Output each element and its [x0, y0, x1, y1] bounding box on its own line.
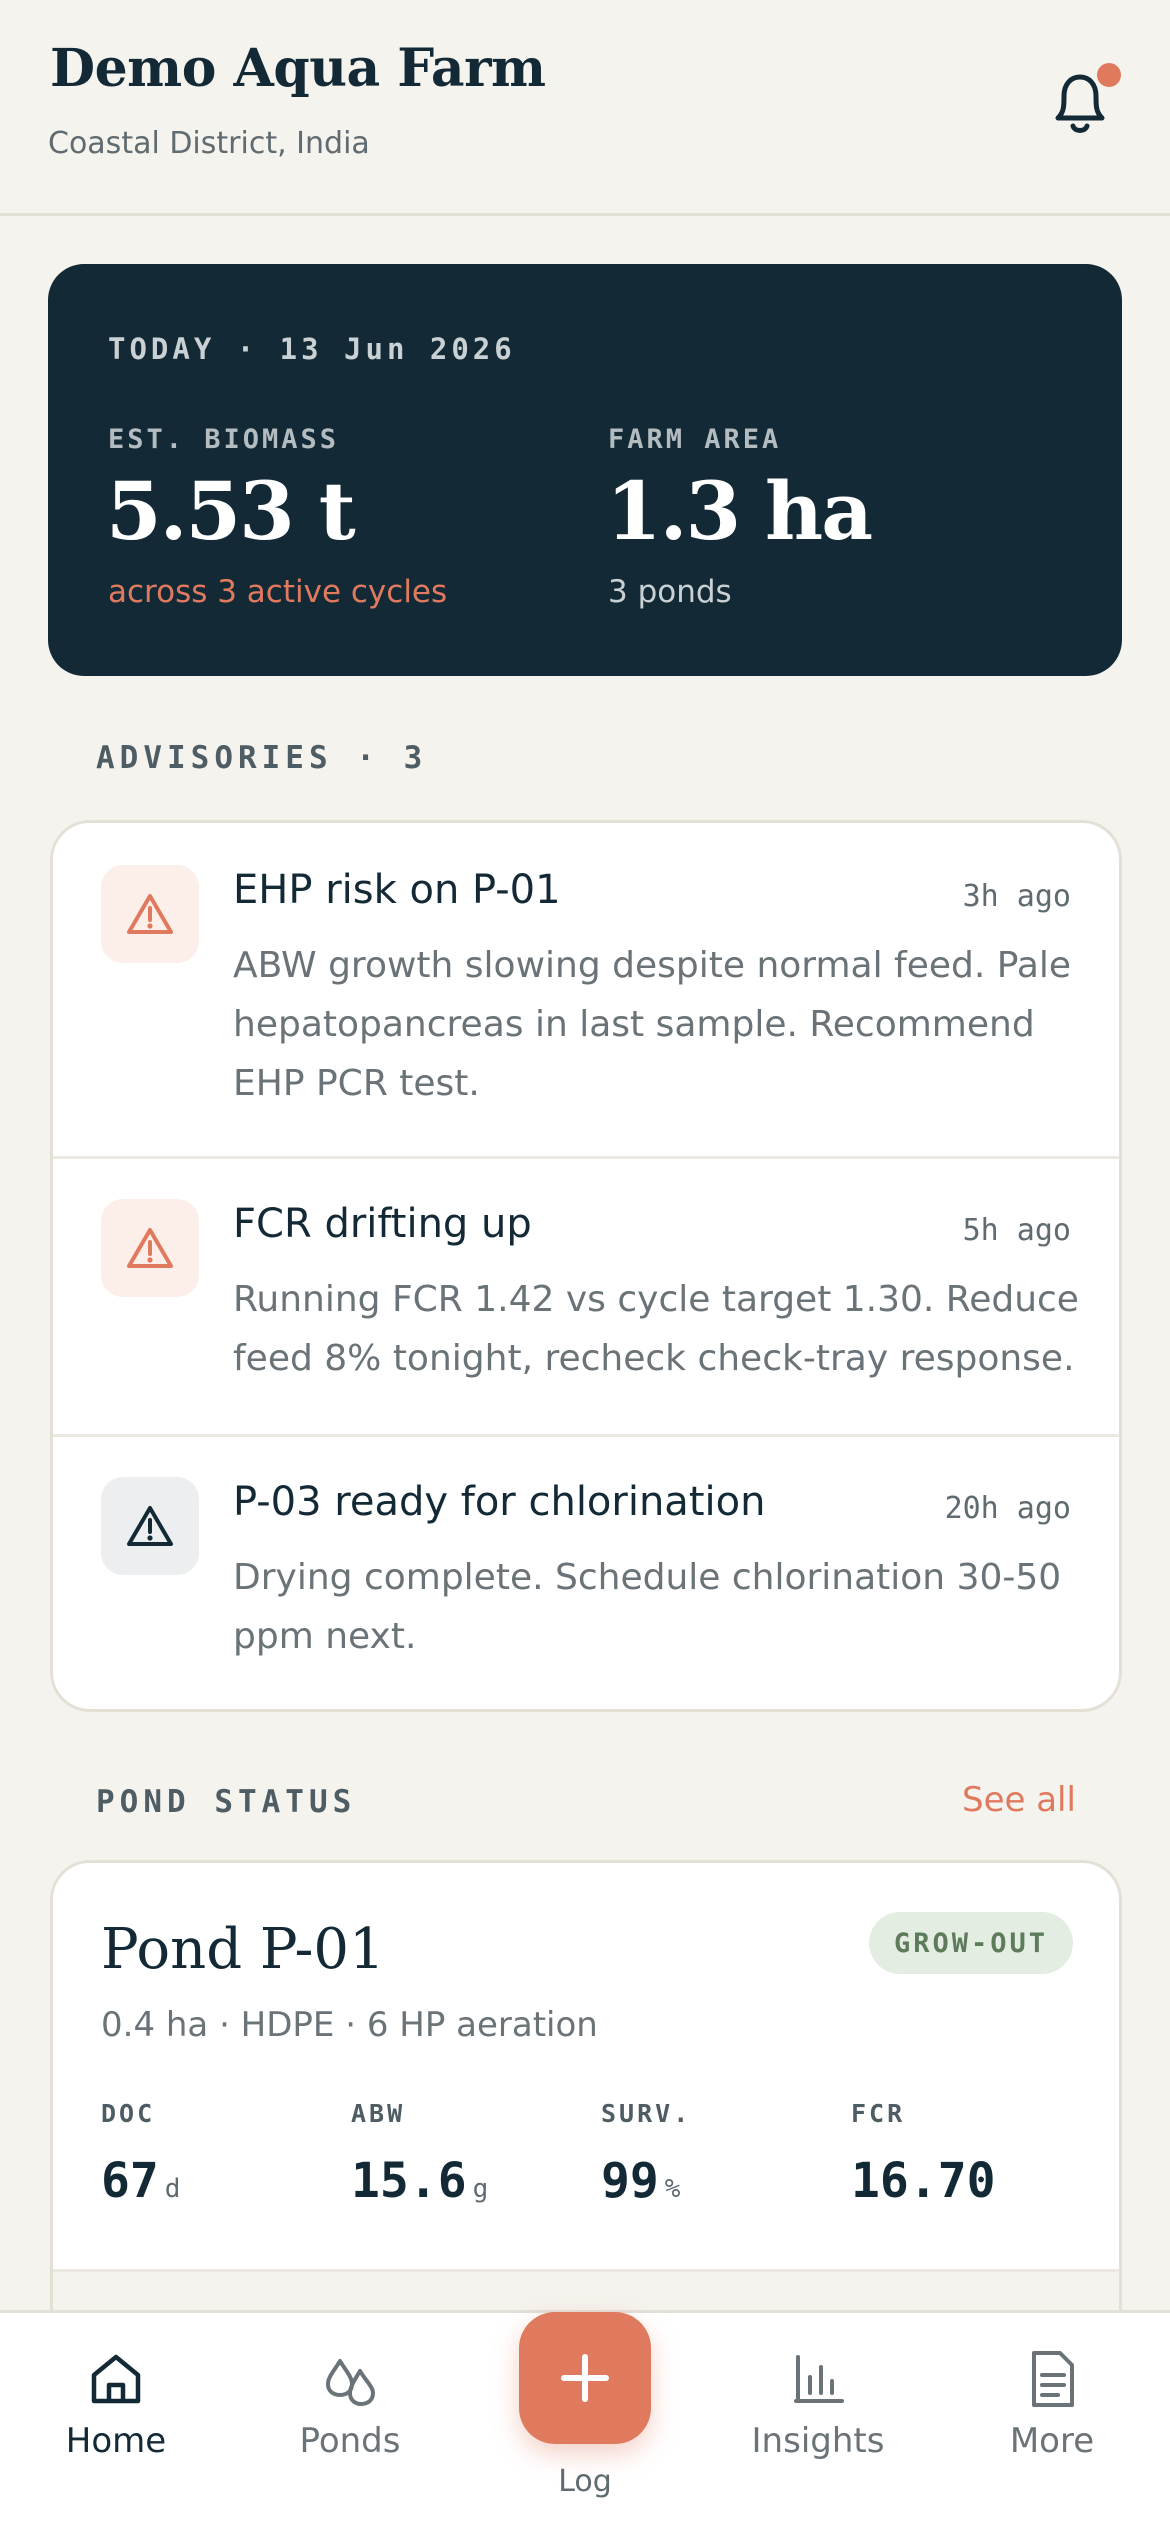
- metric-value-abw: 15.6 g: [351, 2153, 489, 2209]
- metric-label-fcr: FCR: [851, 2099, 906, 2128]
- advisory-time: 20h ago: [944, 1491, 1071, 1526]
- nav-label: More: [1009, 2421, 1095, 2461]
- biomass-subtext: across 3 active cycles: [108, 574, 448, 610]
- advisory-body: ABW growth slowing despite normal feed. …: [233, 945, 1072, 1104]
- advisory-title: EHP risk on P-01: [233, 867, 561, 913]
- advisory-title: FCR drifting up: [233, 1201, 532, 1247]
- warning-triangle-icon: [101, 1199, 199, 1297]
- notification-dot: [1097, 63, 1121, 87]
- advisory-item[interactable]: P-03 ready for chlorination 20h ago Dryi…: [53, 1437, 1119, 1709]
- warning-triangle-icon: [101, 1477, 199, 1575]
- farm-name: Demo Aqua Farm: [50, 38, 546, 99]
- advisory-item[interactable]: FCR drifting up 5h ago Running FCR 1.42 …: [53, 1159, 1119, 1434]
- stage-badge: GROW-OUT: [869, 1912, 1073, 1974]
- metric-label-doc: DOC: [101, 2099, 156, 2128]
- log-button[interactable]: [519, 2312, 651, 2444]
- document-icon: [1032, 2351, 1074, 2407]
- advisory-body: Drying complete. Schedule chlorination 3…: [233, 1557, 1062, 1657]
- nav-label: Insights: [751, 2421, 885, 2461]
- advisory-time: 3h ago: [962, 879, 1071, 914]
- pond-status-section-label: POND STATUS: [96, 1784, 357, 1820]
- farm-location: Coastal District, India: [48, 126, 370, 161]
- bar-chart-icon: [794, 2355, 844, 2403]
- area-subtext: 3 ponds: [608, 574, 732, 610]
- area-value: 1.3 ha: [606, 464, 873, 558]
- metric-label-survival: SURV.: [601, 2099, 692, 2128]
- app-header: Demo Aqua Farm Coastal District, India: [0, 0, 1170, 216]
- nav-more[interactable]: More: [952, 2313, 1152, 2532]
- advisory-item[interactable]: EHP risk on P-01 3h ago ABW growth slowi…: [53, 823, 1119, 1156]
- nav-label: Home: [65, 2421, 167, 2461]
- advisory-body: Running FCR 1.42 vs cycle target 1.30. R…: [233, 1279, 1079, 1379]
- nav-ponds[interactable]: Ponds: [250, 2313, 450, 2532]
- biomass-value: 5.53 t: [106, 464, 356, 558]
- metric-value-doc: 67 d: [101, 2153, 181, 2209]
- metric-value-fcr: 16.70: [851, 2153, 996, 2209]
- advisory-title: P-03 ready for chlorination: [233, 1479, 766, 1525]
- area-label: FARM AREA: [608, 424, 782, 455]
- biomass-label: EST. BIOMASS: [108, 424, 340, 455]
- metric-value-survival: 99%: [601, 2153, 681, 2209]
- log-button-label: Log: [558, 2464, 612, 2499]
- summary-card: TODAY · 13 Jun 2026 EST. BIOMASS 5.53 t …: [48, 264, 1122, 676]
- plus-icon: [561, 2354, 609, 2402]
- advisories-card: EHP risk on P-01 3h ago ABW growth slowi…: [50, 820, 1122, 1712]
- advisory-time: 5h ago: [962, 1213, 1071, 1248]
- home-icon: [91, 2354, 141, 2404]
- summary-date: TODAY · 13 Jun 2026: [108, 332, 516, 366]
- pond-meta: 0.4 ha · HDPE · 6 HP aeration: [101, 2005, 598, 2045]
- droplets-icon: [326, 2359, 375, 2406]
- metric-label-abw: ABW: [351, 2099, 406, 2128]
- nav-insights[interactable]: Insights: [718, 2313, 918, 2532]
- see-all-link[interactable]: See all: [962, 1780, 1076, 1820]
- nav-label: Ponds: [299, 2421, 401, 2461]
- advisories-section-label: ADVISORIES · 3: [96, 740, 428, 776]
- warning-triangle-icon: [101, 865, 199, 963]
- pond-name: Pond P-01: [101, 1917, 385, 1982]
- nav-home[interactable]: Home: [16, 2313, 216, 2532]
